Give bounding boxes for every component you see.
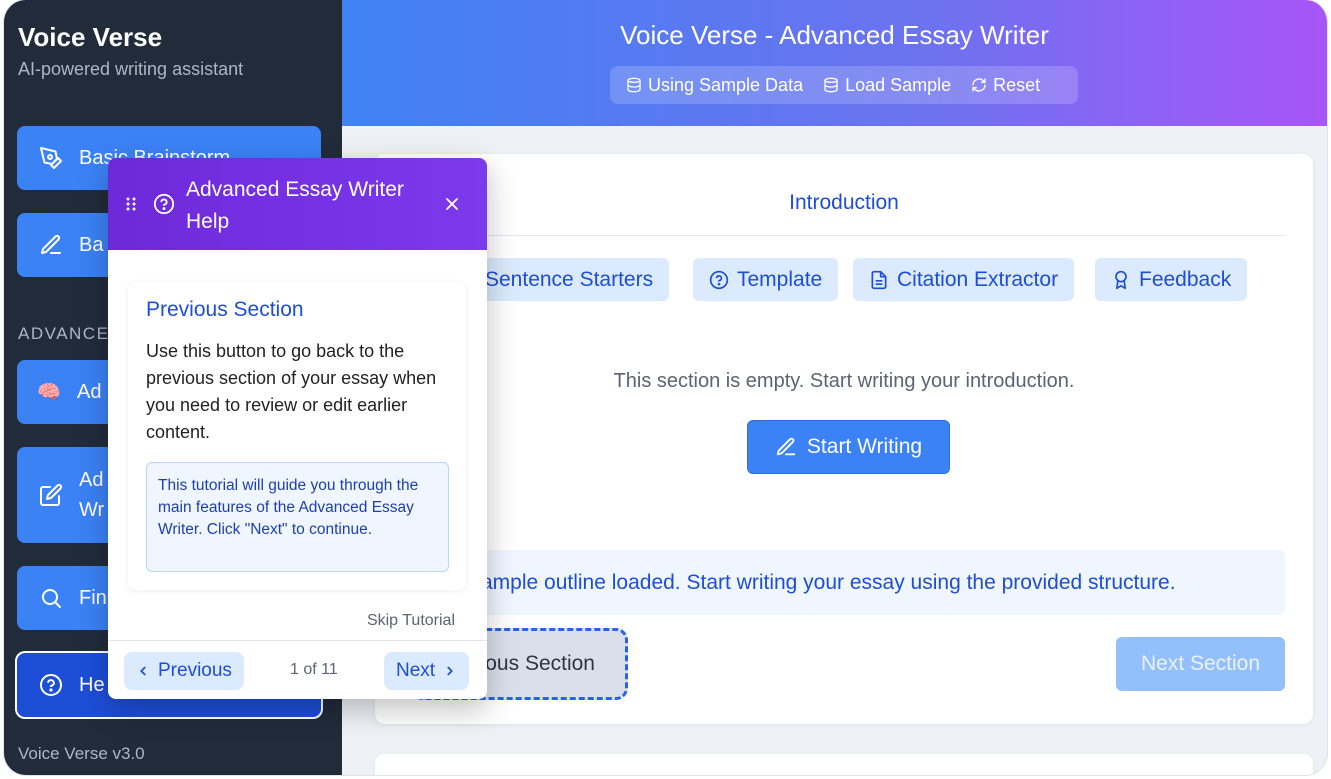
sentence-starters-label: Sentence Starters [485,267,654,291]
sentence-starters-button[interactable]: Sentence Starters [470,258,670,301]
section-title: Introduction [789,191,899,214]
sample-data-status[interactable]: Using Sample Data [626,75,803,96]
load-sample-button[interactable]: Load Sample [823,75,951,96]
popup-title: Advanced Essay Writer Help [186,178,404,233]
previous-section-label: ous Section [485,652,595,675]
tutorial-tip: This tutorial will guide you through the… [146,462,449,572]
step-title: Previous Section [146,298,304,321]
pencil-icon [776,437,796,456]
sample-data-label: Using Sample Data [648,74,804,95]
start-writing-label: Start Writing [806,435,923,458]
next-section-button[interactable]: Next Section [1116,637,1285,691]
template-button[interactable]: Template [693,258,839,301]
chevron-right-icon [447,666,453,676]
sample-loaded-notice: ample outline loaded. Start writing your… [405,550,1285,615]
citation-extractor-button[interactable]: Citation Extractor [853,258,1075,301]
app-name: Voice Verse [18,22,163,52]
start-writing-button[interactable]: Start Writing [747,420,950,474]
header: Voice Verse - Advanced Essay Writer Usin… [342,0,1327,126]
app-window: Voice Verse AI-powered writing assistant… [4,0,1327,775]
divider [405,235,1285,236]
tutorial-next-button[interactable]: Next [384,652,470,690]
divider [108,640,487,641]
step-counter: 1 of 11 [290,661,338,678]
essay-section-card: Introduction Sentence Starters Template … [375,154,1313,724]
notice-text: ample outline loaded. Start writing your… [481,570,1176,594]
help-circle-icon [40,674,62,696]
secondary-card [375,754,1313,775]
app-tagline: AI-powered writing assistant [18,59,244,79]
sidebar-item-label: Ad Wr [79,469,105,521]
next-section-label: Next Section [1140,652,1261,675]
help-circle-icon [153,193,175,215]
header-toolbar: Using Sample Data Load Sample Reset [610,66,1078,104]
sidebar-section-label: ADVANCE [18,324,110,343]
pen-nib-icon [40,147,62,169]
empty-section-message: This section is empty. Start writing you… [613,370,1075,392]
skip-tutorial-link[interactable]: Skip Tutorial [367,612,455,630]
document-icon [871,270,887,289]
reset-button[interactable]: Reset [971,75,1040,96]
template-label: Template [737,267,823,291]
citation-extractor-label: Citation Extractor [897,267,1059,291]
search-icon [42,589,61,608]
sidebar-item-label: Ba [79,233,104,256]
close-icon[interactable] [442,194,462,214]
sidebar-item-label: Fin [79,586,107,609]
award-icon [1115,270,1127,289]
help-circle-icon [709,270,729,289]
app-version: Voice Verse v3.0 [18,744,145,763]
tutorial-step-card: Previous Section Use this button to go b… [128,282,466,590]
pencil-icon [41,234,61,254]
step-description: Use this button to go back to the previo… [146,341,437,442]
brain-emoji-icon: 🧠 [37,382,61,403]
database-icon [627,77,641,93]
sidebar-item-label: Ad [77,380,102,403]
database-icon [824,77,838,93]
tutorial-next-label: Next [396,660,436,681]
popup-header: Advanced Essay Writer Help [108,158,487,250]
tutorial-previous-button[interactable]: Previous [124,652,244,690]
chevron-left-icon [140,666,146,676]
sidebar-item-label: He [79,673,105,696]
load-sample-label: Load Sample [845,74,952,95]
page-title: Voice Verse - Advanced Essay Writer [620,20,1049,50]
reset-label: Reset [993,74,1041,95]
drag-handle-icon[interactable] [125,196,137,212]
feedback-button[interactable]: Feedback [1095,258,1248,301]
feedback-label: Feedback [1139,267,1232,291]
refresh-icon [972,78,986,92]
tutorial-previous-label: Previous [158,660,232,681]
edit-square-icon [40,483,63,506]
help-tutorial-popup: Advanced Essay Writer Help Previous Sect… [108,158,487,699]
